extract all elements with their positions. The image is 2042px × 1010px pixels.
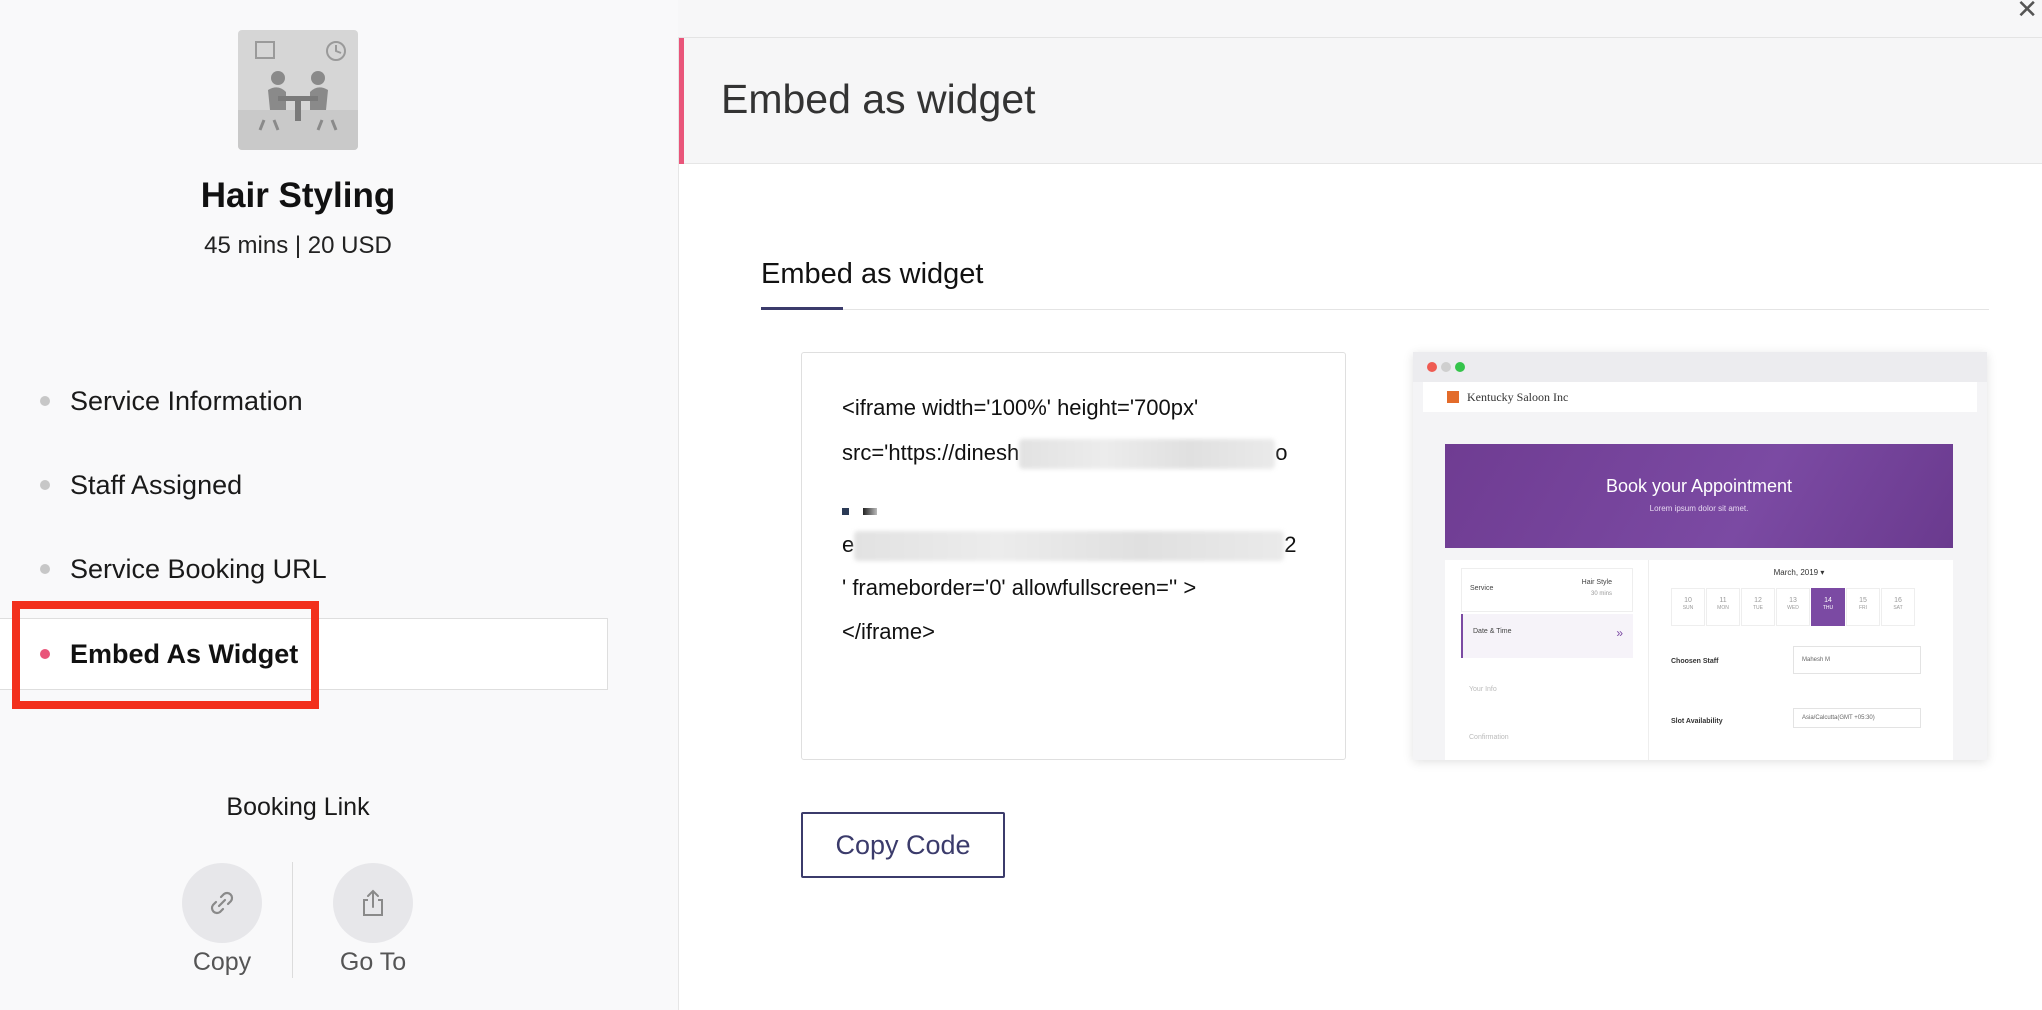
section-divider: [761, 309, 1989, 310]
copy-link-button[interactable]: [182, 863, 262, 943]
code-url-suffix: o: [1275, 439, 1288, 465]
window-minimize-dot: [1441, 362, 1451, 372]
preview-month: March, 2019 ▾: [1773, 568, 1825, 577]
go-to-link-label: Go To: [339, 948, 407, 976]
preview-day: 13 WED: [1776, 588, 1810, 626]
nav-label: Service Booking URL: [70, 553, 327, 584]
step-label: Confirmation: [1469, 734, 1509, 741]
nav-bullet: [40, 396, 50, 406]
code-line-1: <iframe width='100%' height='700px': [842, 395, 1199, 420]
redacted-fragment: [842, 508, 849, 515]
preview-staff-field: Mahesh M: [1793, 646, 1921, 674]
preview-day: 10 SUN: [1671, 588, 1705, 626]
preview-app-bar: Kentucky Saloon Inc: [1423, 382, 1977, 412]
company-logo-icon: [1447, 391, 1459, 403]
preview-step-yourinfo: Your Info: [1461, 678, 1633, 722]
nav-item-service-information[interactable]: Service Information: [0, 365, 608, 437]
embed-panel: Embed as widget Embed as widget <iframe …: [678, 38, 2042, 1010]
step-label: Service: [1470, 585, 1494, 592]
preview-day: 16 SAT: [1881, 588, 1915, 626]
preview-day: 11 MON: [1706, 588, 1740, 626]
preview-slot-field: Asia/Calcutta(GMT +05:30): [1793, 708, 1921, 728]
window-close-dot: [1427, 362, 1437, 372]
step-value: Hair Style: [1581, 579, 1612, 586]
share-icon: [363, 889, 383, 916]
section-tab-embed-as-widget[interactable]: Embed as widget: [761, 258, 983, 291]
code-line-3: [842, 495, 877, 515]
header-accent-bar: [679, 38, 684, 164]
preview-step-confirmation: Confirmation: [1461, 726, 1633, 760]
redacted-fragment: [863, 508, 877, 515]
active-tab-underline: [761, 307, 843, 310]
preview-window-bar: [1413, 352, 1987, 382]
preview-body: Service Hair Style 30 mins Date & Time »…: [1445, 560, 1953, 760]
link-icon: [210, 891, 234, 915]
code-line-6: </iframe>: [842, 619, 935, 644]
code-line-2: src='https://dinesh o: [842, 439, 1288, 469]
preview-banner-subtitle: Lorem ipsum dolor sit amet.: [1649, 504, 1749, 513]
preview-steps: Service Hair Style 30 mins Date & Time »…: [1445, 560, 1649, 760]
panel-header: Embed as widget: [679, 38, 2042, 164]
nav-label: Staff Assigned: [70, 469, 243, 500]
preview-company-name: Kentucky Saloon Inc: [1467, 389, 1569, 404]
preview-staff-label: Choosen Staff: [1671, 658, 1719, 665]
service-image: [238, 30, 358, 150]
nav-bullet: [40, 564, 50, 574]
step-duration: 30 mins: [1590, 591, 1612, 597]
panel-title: Embed as widget: [721, 76, 1036, 122]
preview-day: 12 TUE: [1741, 588, 1775, 626]
nav-label: Service Information: [70, 385, 303, 416]
redacted-text: [854, 531, 1285, 561]
go-to-link-button[interactable]: [333, 863, 413, 943]
step-label: Your Info: [1469, 686, 1497, 693]
code-token-suffix: 2: [1284, 531, 1297, 557]
preview-banner-title: Book your Appointment: [1605, 476, 1793, 496]
code-line-4: e2: [842, 531, 1297, 561]
nav-bullet-active: [40, 649, 50, 659]
chevron-right-icon: »: [1616, 626, 1623, 640]
preview-step-datetime: Date & Time »: [1461, 614, 1633, 658]
service-name: Hair Styling: [200, 176, 396, 215]
preview-staff-value: Mahesh M: [1802, 657, 1831, 663]
preview-banner: Book your Appointment Lorem ipsum dolor …: [1445, 444, 1953, 548]
nav-item-service-booking-url[interactable]: Service Booking URL: [0, 533, 608, 605]
booking-link-title: Booking Link: [226, 793, 370, 821]
nav-label: Embed As Widget: [70, 638, 299, 669]
nav-bullet: [40, 480, 50, 490]
close-icon[interactable]: ✕: [2016, 0, 2038, 25]
link-actions-divider: [292, 862, 293, 978]
nav-item-staff-assigned[interactable]: Staff Assigned: [0, 449, 608, 521]
code-line-5: ' frameborder='0' allowfullscreen='' >: [842, 575, 1197, 600]
service-duration-price: 45 mins | 20 USD: [204, 232, 392, 259]
preview-day: 15 FRI: [1846, 588, 1880, 626]
service-sidebar: Hair Styling 45 mins | 20 USD Service In…: [0, 0, 678, 1010]
window-maximize-dot: [1455, 362, 1465, 372]
preview-slot-label: Slot Availability: [1671, 718, 1723, 725]
copy-link-label: Copy: [192, 948, 252, 976]
step-label: Date & Time: [1473, 628, 1512, 635]
redacted-text: [1019, 439, 1276, 469]
code-url-prefix: src='https://dinesh: [842, 439, 1020, 465]
embed-code-box[interactable]: <iframe width='100%' height='700px' src=…: [801, 352, 1346, 760]
nav-item-embed-as-widget[interactable]: Embed As Widget: [0, 618, 608, 690]
code-token-prefix: e: [842, 531, 855, 557]
widget-preview-image: Kentucky Saloon Inc Book your Appointmen…: [1413, 352, 1987, 760]
preview-day-selected: 14 THU: [1811, 588, 1845, 626]
preview-slot-value: Asia/Calcutta(GMT +05:30): [1802, 715, 1875, 721]
panel-top-strip: ✕: [678, 0, 2042, 38]
copy-code-button[interactable]: Copy Code: [801, 812, 1005, 878]
